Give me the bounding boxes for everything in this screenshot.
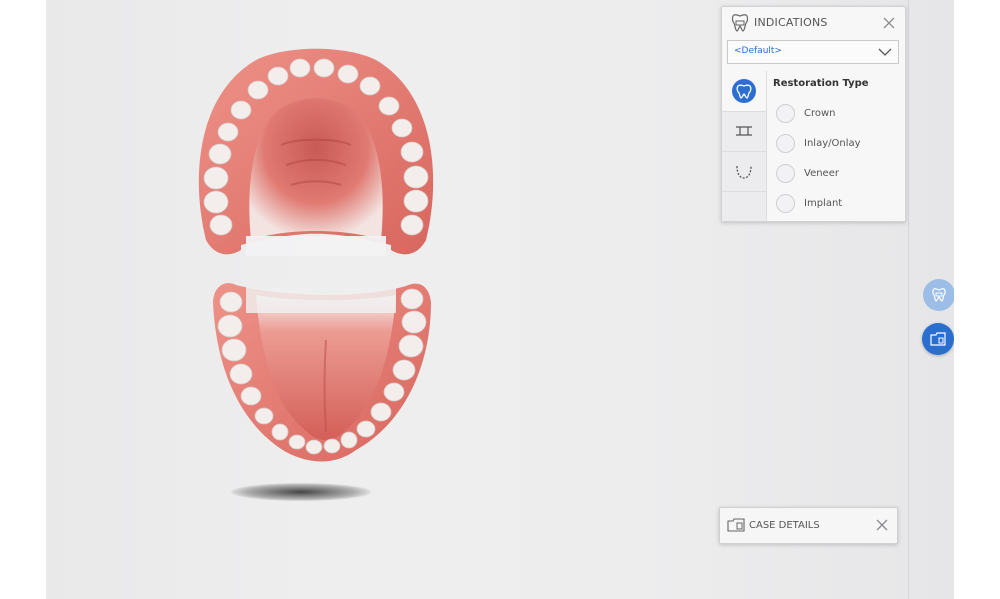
app-screen: INDICATIONS <Default> Restoration Type C… — [46, 0, 954, 599]
tab-full-arch[interactable] — [722, 151, 766, 192]
restoration-option-implant[interactable]: Implant — [774, 193, 894, 215]
radio-button[interactable] — [776, 164, 795, 183]
restoration-option-crown[interactable]: Crown — [774, 103, 894, 125]
restoration-type-title: Restoration Type — [773, 78, 869, 89]
case-details-title: CASE DETAILS — [749, 520, 820, 531]
tooth-icon — [932, 288, 946, 302]
radio-button[interactable] — [776, 134, 795, 153]
close-icon[interactable] — [875, 518, 889, 532]
case-details-bar[interactable]: CASE DETAILS — [719, 507, 898, 544]
panel-title: INDICATIONS — [754, 16, 828, 29]
tab-bridge[interactable] — [722, 111, 766, 152]
side-divider — [908, 0, 909, 599]
option-label: Implant — [804, 198, 843, 209]
close-icon[interactable] — [882, 16, 896, 30]
lower-jaw[interactable] — [213, 283, 431, 462]
dental-arch-model[interactable] — [186, 40, 446, 510]
case-details-toggle-button[interactable] — [922, 323, 954, 355]
indication-set-select[interactable]: <Default> — [727, 40, 899, 64]
indication-tabs — [722, 71, 767, 221]
radio-button[interactable] — [776, 194, 795, 213]
case-folder-icon — [727, 518, 745, 532]
indications-toggle-button[interactable] — [923, 279, 954, 311]
radio-button[interactable] — [776, 104, 795, 123]
tab-single-tooth[interactable] — [722, 71, 766, 112]
select-value: <Default> — [734, 46, 782, 56]
indications-panel: INDICATIONS <Default> Restoration Type C… — [721, 6, 906, 222]
option-label: Inlay/Onlay — [804, 138, 861, 149]
arch-icon — [736, 165, 752, 179]
tooth-outline-icon — [736, 84, 752, 99]
option-label: Veneer — [804, 168, 839, 179]
option-label: Crown — [804, 108, 836, 119]
restoration-option-inlay-onlay[interactable]: Inlay/Onlay — [774, 133, 894, 155]
indications-header: INDICATIONS — [722, 7, 905, 39]
model-shadow — [231, 483, 371, 501]
chevron-down-icon — [878, 48, 892, 56]
restoration-option-veneer[interactable]: Veneer — [774, 163, 894, 185]
upper-jaw[interactable] — [198, 48, 434, 256]
tooth-icon — [731, 14, 749, 32]
case-folder-icon — [930, 332, 946, 346]
bridge-icon — [736, 126, 752, 136]
